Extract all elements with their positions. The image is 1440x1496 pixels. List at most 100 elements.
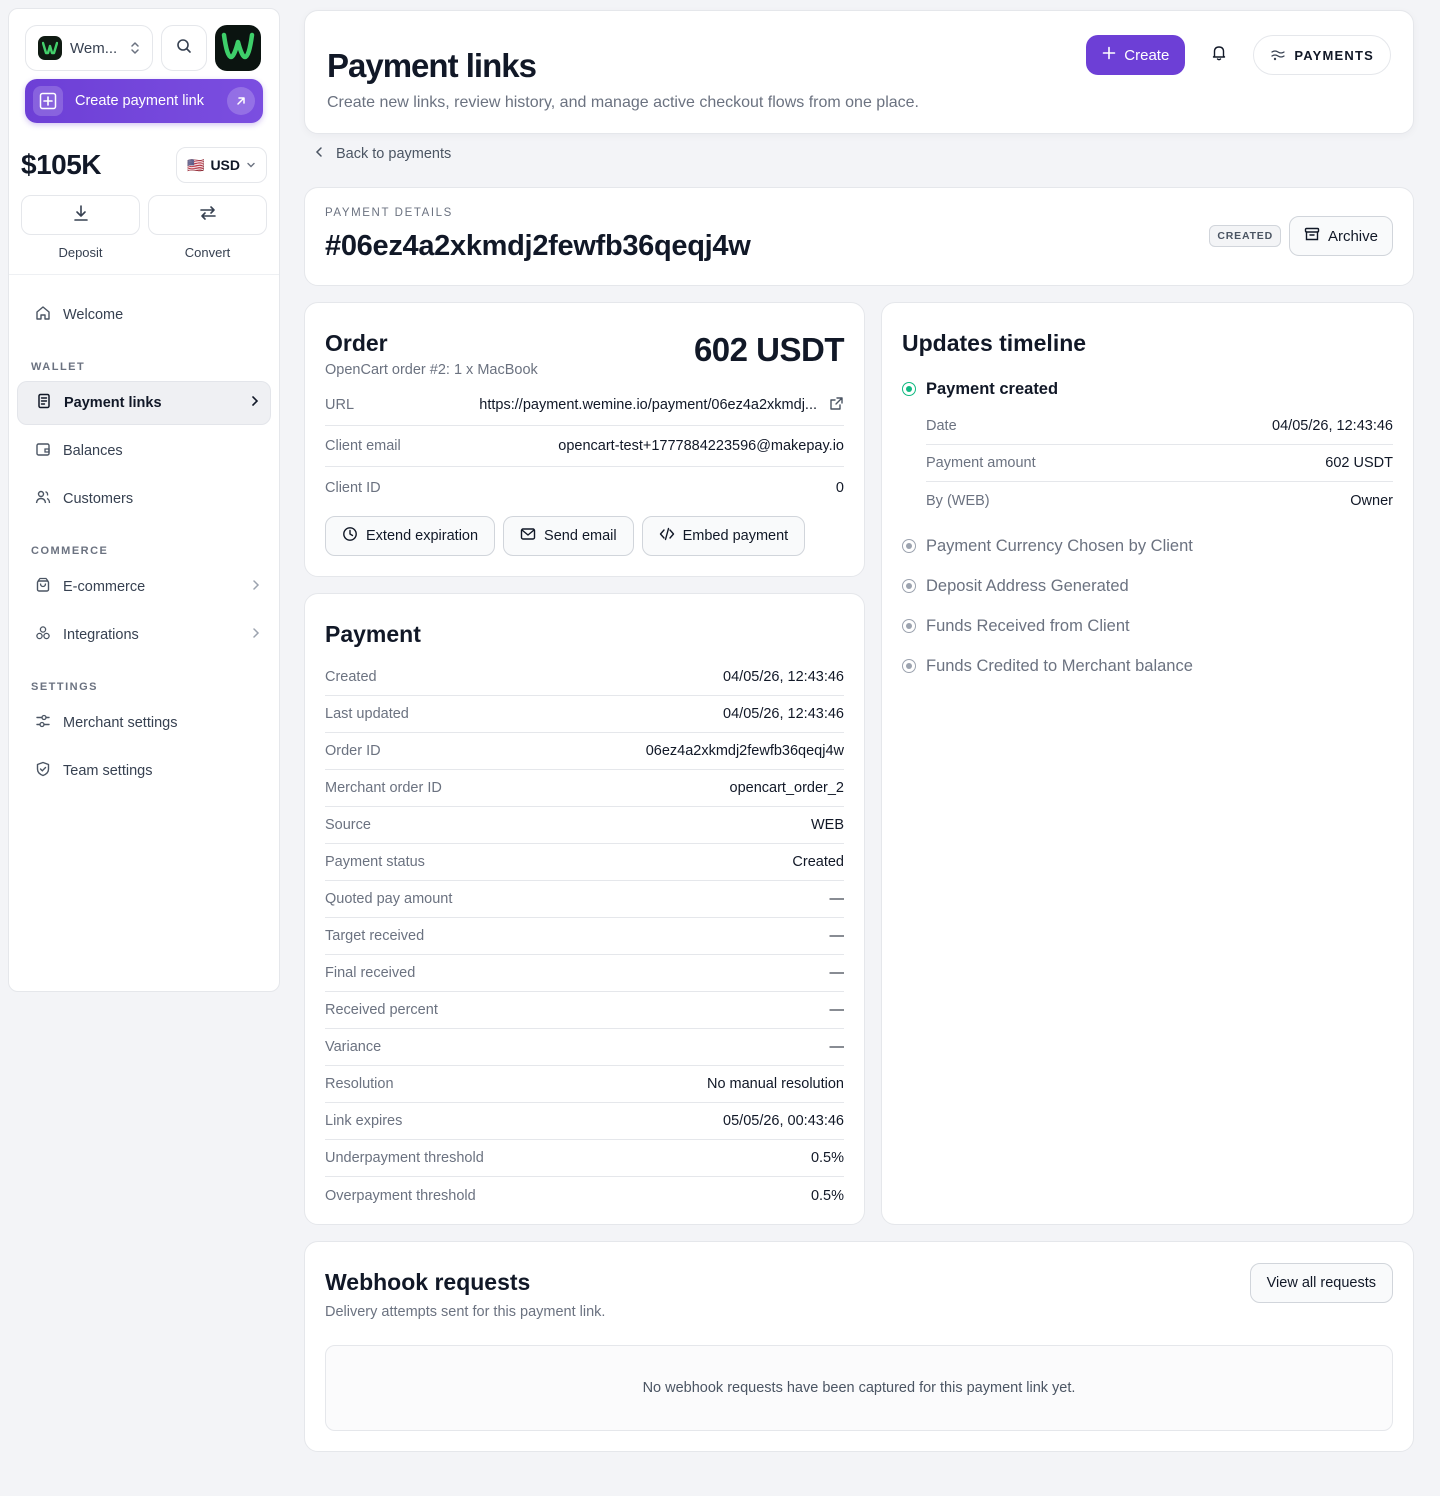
field-value: 04/05/26, 12:43:46 xyxy=(723,706,844,722)
brand-logo-icon xyxy=(221,31,255,66)
balance-row: $105K 🇺🇸 USD xyxy=(21,147,267,183)
nav-section-settings: SETTINGS xyxy=(31,681,99,693)
page-header: Payment links Create new links, review h… xyxy=(304,10,1414,134)
timeline-detail-row: Payment amount 602 USDT xyxy=(926,445,1393,482)
chevron-up-down-icon xyxy=(130,41,140,56)
archive-icon xyxy=(1304,226,1320,246)
archive-button-label: Archive xyxy=(1327,227,1378,245)
back-link-label: Back to payments xyxy=(336,146,452,162)
send-email-label: Send email xyxy=(544,528,617,544)
send-email-button[interactable]: Send email xyxy=(503,516,634,556)
field-label: Received percent xyxy=(325,1002,438,1018)
create-button[interactable]: Create xyxy=(1086,35,1186,75)
sidebar-item-balances[interactable]: Balances xyxy=(17,429,271,473)
field-label: Merchant order ID xyxy=(325,780,442,796)
step-pending-icon xyxy=(902,619,916,633)
field-value: opencart_order_2 xyxy=(729,780,844,796)
webhook-empty-state: No webhook requests have been captured f… xyxy=(325,1345,1393,1431)
sidebar-item-customers[interactable]: Customers xyxy=(17,477,271,521)
sidebar-item-label: Team settings xyxy=(63,763,153,779)
sidebar-item-label: Customers xyxy=(63,491,134,507)
sidebar: Wem... Create payment link $105K 🇺🇸 USD … xyxy=(8,8,280,992)
sidebar-item-ecommerce[interactable]: E-commerce xyxy=(17,565,271,609)
timeline-step-label: Funds Credited to Merchant balance xyxy=(926,656,1193,675)
convert-button[interactable] xyxy=(148,195,267,235)
brand-logo[interactable] xyxy=(215,25,261,71)
field-value: 05/05/26, 00:43:46 xyxy=(723,1113,844,1129)
chevron-left-icon xyxy=(314,146,324,162)
field-value: 0.5% xyxy=(810,1150,844,1166)
back-to-payments-link[interactable]: Back to payments xyxy=(314,146,451,162)
field-value: — xyxy=(829,1002,845,1018)
search-button[interactable] xyxy=(161,25,207,71)
embed-payment-button[interactable]: Embed payment xyxy=(641,516,806,556)
mail-icon xyxy=(520,527,536,545)
home-icon xyxy=(35,305,51,325)
timeline-detail-row: Date 04/05/26, 12:43:46 xyxy=(926,408,1393,445)
extend-expiration-label: Extend expiration xyxy=(366,528,479,544)
payment-details-eyebrow: PAYMENT DETAILS xyxy=(325,207,453,219)
payment-field-row: Last updated 04/05/26, 12:43:46 xyxy=(325,696,844,733)
field-label: URL xyxy=(325,397,355,413)
field-label: Target received xyxy=(325,928,425,944)
timeline-step-details: Date 04/05/26, 12:43:46 Payment amount 6… xyxy=(926,408,1393,519)
create-payment-link-label: Create payment link xyxy=(75,93,204,109)
payment-card: Payment Created 04/05/26, 12:43:46 Last up… xyxy=(304,593,865,1225)
sidebar-item-team-settings[interactable]: Team settings xyxy=(17,749,271,793)
archive-button[interactable]: Archive xyxy=(1288,216,1393,256)
payment-field-row: Variance — xyxy=(325,1029,844,1066)
payment-url-link[interactable]: https://payment.wemine.io/payment/06ez4a… xyxy=(479,397,817,413)
view-all-requests-button[interactable]: View all requests xyxy=(1249,1263,1393,1303)
webhook-subtitle: Delivery attempts sent for this payment … xyxy=(325,1304,606,1320)
timeline-step-label: Funds Received from Client xyxy=(926,616,1130,635)
timeline-list: Payment created Date 04/05/26, 12:43:46 … xyxy=(902,376,1393,679)
payment-field-row: Received percent — xyxy=(325,992,844,1029)
field-label: Source xyxy=(325,817,371,833)
create-payment-link-button[interactable]: Create payment link xyxy=(25,79,263,123)
chevron-right-icon xyxy=(250,395,260,411)
nav-section-commerce: COMMERCE xyxy=(31,545,109,557)
balance-section: $105K 🇺🇸 USD Deposit Convert xyxy=(9,123,279,275)
payment-field-row: Merchant order ID opencart_order_2 xyxy=(325,770,844,807)
field-value: 04/05/26, 12:43:46 xyxy=(723,669,844,685)
timeline-step-label: Deposit Address Generated xyxy=(926,576,1129,595)
payments-menu-button[interactable]: PAYMENTS xyxy=(1253,35,1391,75)
shield-check-icon xyxy=(35,761,51,781)
notifications-button[interactable] xyxy=(1199,35,1239,75)
order-subtitle: OpenCart order #2: 1 x MacBook xyxy=(325,362,538,378)
step-pending-icon xyxy=(902,659,916,673)
sidebar-item-label: Balances xyxy=(63,443,123,459)
chevron-down-icon xyxy=(246,157,256,173)
field-value: — xyxy=(829,1039,845,1055)
currency-select[interactable]: 🇺🇸 USD xyxy=(176,147,267,183)
details-actions: CREATED Archive xyxy=(1209,216,1393,256)
payment-field-row: Final received — xyxy=(325,955,844,992)
payment-field-row: Created 04/05/26, 12:43:46 xyxy=(325,659,844,696)
extend-expiration-button[interactable]: Extend expiration xyxy=(325,516,496,556)
bell-icon xyxy=(1211,44,1227,66)
external-link-icon[interactable] xyxy=(829,396,844,415)
sidebar-item-payment-links[interactable]: Payment links xyxy=(17,381,271,425)
sidebar-item-merchant-settings[interactable]: Merchant settings xyxy=(17,701,271,745)
field-value: 06ez4a2xkmdj2fewfb36qeqj4w xyxy=(645,743,844,759)
wallet-icon xyxy=(35,441,51,461)
payment-title: Payment xyxy=(325,621,421,647)
sidebar-item-integrations[interactable]: Integrations xyxy=(17,613,271,657)
field-label: Variance xyxy=(325,1039,382,1055)
sidebar-item-label: Payment links xyxy=(64,395,162,411)
field-value: Owner xyxy=(1350,492,1393,509)
payment-id: #06ez4a2xkmdj2fewfb36qeqj4w xyxy=(325,230,751,262)
wallet-actions: Deposit Convert xyxy=(21,195,267,260)
sidebar-item-label: Integrations xyxy=(63,627,139,643)
deposit-button[interactable] xyxy=(21,195,140,235)
workspace-switcher[interactable]: Wem... xyxy=(25,25,153,71)
status-badge: CREATED xyxy=(1209,225,1281,247)
timeline-step-currency-chosen: Payment Currency Chosen by Client xyxy=(902,533,1393,559)
shopping-bag-icon xyxy=(35,577,51,597)
field-label: Resolution xyxy=(325,1076,394,1092)
order-amount: 602 USDT xyxy=(693,331,845,368)
field-value: https://payment.wemine.io/payment/06ez4a… xyxy=(479,396,844,415)
field-value: — xyxy=(829,928,845,944)
sidebar-item-welcome[interactable]: Welcome xyxy=(17,293,271,337)
timeline-step-funds-credited: Funds Credited to Merchant balance xyxy=(902,653,1393,679)
